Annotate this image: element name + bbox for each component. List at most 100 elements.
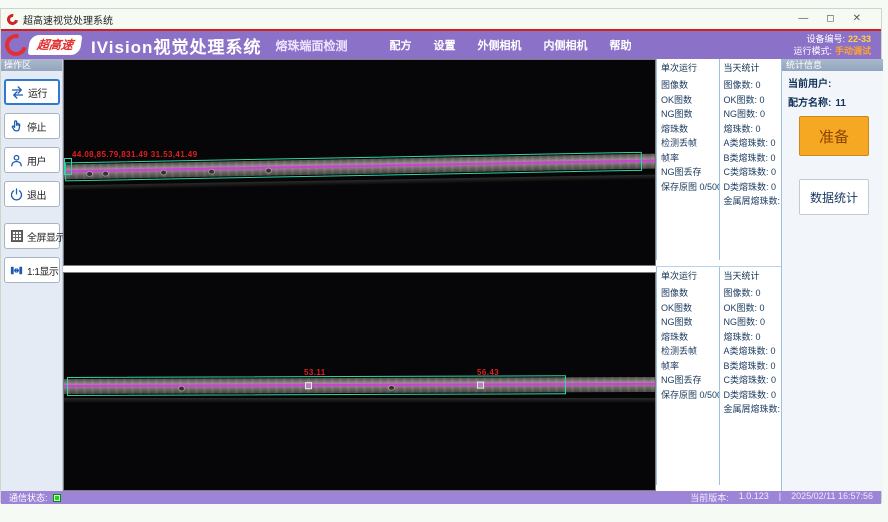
stat-row: 熔珠数 — [661, 330, 719, 345]
stat-row: 金属屑熔珠数: 0 — [724, 402, 782, 417]
brand-logo: 超高速 — [28, 35, 83, 55]
stat-row: OK图数 — [661, 93, 719, 108]
camera-view-stack: 44.08,85.79,831.49 31.53,41.49 53.11 56.… — [63, 59, 656, 491]
roi-rectangle — [67, 375, 566, 396]
stat-row: OK图数 — [661, 301, 719, 316]
stat-row: 图像数 — [661, 286, 719, 301]
brand-swoosh-icon — [1, 30, 31, 60]
stat-row: 熔珠数: 0 — [724, 330, 782, 345]
stat-row: NG图丢存 — [661, 373, 719, 388]
stats-panel-top: 单次运行 图像数OK图数NG图数熔珠数检测丢帧帧率NG图丢存保存原图 0/500… — [656, 59, 781, 266]
stat-row: 检测丢帧 — [661, 344, 719, 359]
single-run-column: 单次运行 图像数OK图数NG图数熔珠数检测丢帧帧率NG图丢存保存原图 0/500 — [656, 267, 719, 485]
info-panel-title: 统计信息 — [782, 59, 883, 71]
recipe-name-row: 配方名称:11 — [782, 90, 883, 109]
app-logo-icon — [5, 11, 20, 26]
stat-row: OK图数: 0 — [724, 93, 782, 108]
measurement-annotation: 44.08,85.79,831.49 31.53,41.49 — [72, 150, 197, 159]
menu-item[interactable]: 配方 — [389, 37, 411, 53]
hand-stop-icon — [9, 119, 24, 134]
stat-row: 熔珠数 — [661, 122, 719, 137]
data-statistics-button[interactable]: 数据统计 — [799, 179, 869, 215]
stat-row: C类熔珠数: 0 — [724, 165, 782, 180]
app-subtitle: 熔珠端面检测 — [275, 37, 347, 54]
stat-row: 帧率 — [661, 359, 719, 374]
run-button[interactable]: 运行 — [4, 79, 60, 105]
statistics-info-panel: 统计信息 当前用户: 配方名称:11 准备 数据统计 — [781, 59, 883, 491]
current-user-row: 当前用户: — [782, 71, 883, 90]
stats-panel-bottom: 单次运行 图像数OK图数NG图数熔珠数检测丢帧帧率NG图丢存保存原图 0/500… — [656, 266, 781, 485]
status-bar: 通信状态: 当前版本: 1.0.123 | 2025/02/11 16:57:5… — [1, 491, 881, 504]
menu-item[interactable]: 外侧相机 — [477, 37, 521, 53]
strip-reflection — [64, 398, 655, 403]
device-info: 设备编号:22-33 运行模式:手动调试 — [793, 33, 881, 57]
stat-row: 熔珠数: 0 — [724, 122, 782, 137]
menu-item[interactable]: 设置 — [433, 37, 455, 53]
recipe-name-value: 11 — [835, 98, 846, 109]
prepare-button[interactable]: 准备 — [799, 116, 869, 156]
stat-row: 保存原图 0/500 — [661, 388, 719, 403]
stat-row: NG图数: 0 — [724, 107, 782, 122]
stat-row: A类熔珠数: 0 — [724, 136, 782, 151]
main-header: 超高速 IVision视觉处理系统 熔珠端面检测 配方设置外侧相机内侧相机帮助 … — [1, 29, 881, 59]
stat-row: NG图数: 0 — [724, 315, 782, 330]
stat-row: A类熔珠数: 0 — [724, 344, 782, 359]
main-area: 操作区 运行 停止 用户 — [1, 59, 881, 491]
run-cycle-icon — [10, 85, 25, 100]
sidebar-title: 操作区 — [1, 59, 62, 71]
one-to-one-button[interactable]: 1:1显示 — [4, 257, 60, 283]
power-icon — [9, 187, 24, 202]
version-value: 1.0.123 — [739, 491, 769, 504]
menu-bar: 配方 设置 外侧相机 内侧相机 帮助 — [389, 37, 631, 53]
maximize-button[interactable]: ◻ — [826, 9, 834, 29]
device-number-value: 22-33 — [848, 34, 871, 44]
user-icon — [9, 153, 24, 168]
run-mode-value: 手动调试 — [835, 46, 871, 56]
defect-marker — [477, 382, 484, 389]
stat-row: OK图数: 0 — [724, 301, 782, 316]
stat-row: B类熔珠数: 0 — [724, 151, 782, 166]
stat-row: D类熔珠数: 0 — [724, 388, 782, 403]
menu-item[interactable]: 内侧相机 — [543, 37, 587, 53]
defect-marker — [305, 382, 312, 389]
menu-item[interactable]: 帮助 — [609, 37, 631, 53]
close-button[interactable]: ✕ — [853, 9, 861, 29]
comm-status-label: 通信状态: — [9, 491, 48, 504]
stat-row: C类熔珠数: 0 — [724, 373, 782, 388]
user-button[interactable]: 用户 — [4, 147, 60, 173]
roi-edge-marker — [64, 158, 72, 175]
single-run-column: 单次运行 图像数OK图数NG图数熔珠数检测丢帧帧率NG图丢存保存原图 0/500 — [656, 59, 719, 260]
stop-button[interactable]: 停止 — [4, 113, 60, 139]
stat-row: 帧率 — [661, 151, 719, 166]
stat-row: 图像数: 0 — [724, 78, 782, 93]
run-mode-row: 运行模式:手动调试 — [793, 45, 871, 57]
stat-row: 检测丢帧 — [661, 136, 719, 151]
stat-row: NG图丢存 — [661, 165, 719, 180]
stat-row: NG图数 — [661, 107, 719, 122]
separator: | — [779, 491, 781, 504]
stat-row: NG图数 — [661, 315, 719, 330]
stat-row: 保存原图 0/500 — [661, 180, 719, 195]
metal-strip-image — [63, 377, 656, 394]
window-title: 超高速视觉处理系统 — [23, 12, 113, 27]
minimize-button[interactable]: — — [798, 9, 808, 29]
stat-row: D类熔珠数: 0 — [724, 180, 782, 195]
statistics-columns: 单次运行 图像数OK图数NG图数熔珠数检测丢帧帧率NG图丢存保存原图 0/500… — [656, 59, 781, 491]
window-controls: — ◻ ✕ — [798, 9, 875, 29]
one-to-one-icon — [9, 263, 24, 278]
version-label: 当前版本: — [690, 491, 729, 504]
camera-viewport-bottom: 53.11 56.43 — [63, 272, 656, 491]
datetime: 2025/02/11 16:57:56 — [791, 491, 873, 504]
exit-button[interactable]: 退出 — [4, 181, 60, 207]
stat-row: 金属屑熔珠数: 0 — [724, 194, 782, 209]
device-number-row: 设备编号:22-33 — [793, 33, 871, 45]
stat-row: 图像数 — [661, 78, 719, 93]
stat-row: B类熔珠数: 0 — [724, 359, 782, 374]
fullscreen-grid-icon — [9, 229, 24, 244]
fullscreen-button[interactable]: 全屏显示 — [4, 223, 60, 249]
title-bar: 超高速视觉处理系统 — ◻ ✕ — [1, 9, 881, 29]
today-stats-column: 当天统计 图像数: 0OK图数: 0NG图数: 0熔珠数: 0A类熔珠数: 0B… — [719, 267, 782, 485]
camera-viewport-top: 44.08,85.79,831.49 31.53,41.49 — [63, 59, 656, 266]
app-title: IVision视觉处理系统 — [91, 33, 261, 58]
app-window: 超高速视觉处理系统 — ◻ ✕ 超高速 IVision视觉处理系统 熔珠端面检测… — [0, 8, 882, 503]
